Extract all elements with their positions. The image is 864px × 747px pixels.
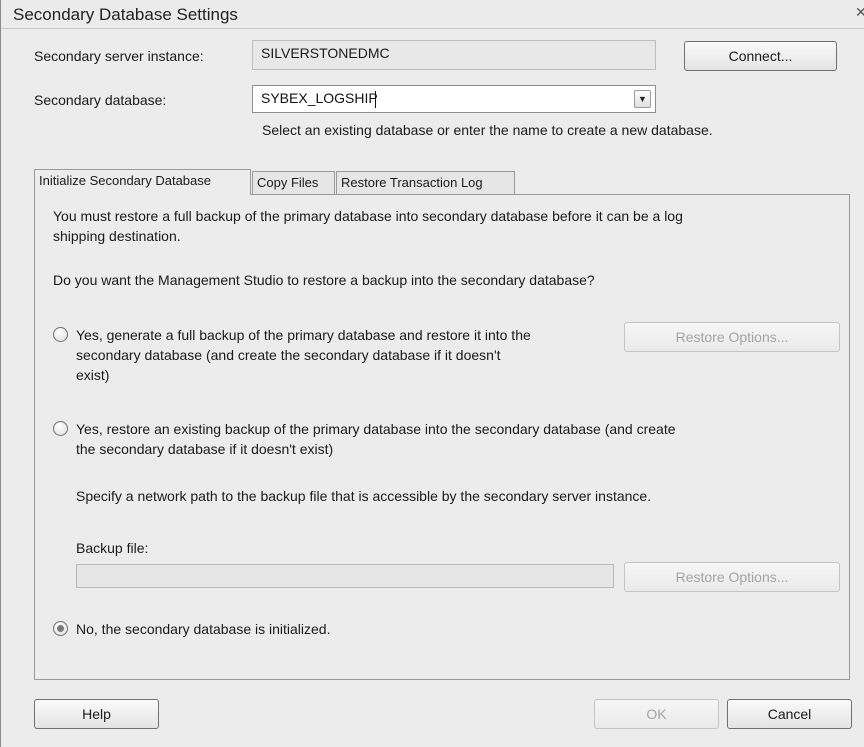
secondary-database-value: SYBEX_LOGSHIP (261, 90, 378, 106)
radio-database-initialized[interactable] (53, 621, 68, 636)
secondary-database-label: Secondary database: (34, 92, 167, 108)
tab-copy-files[interactable]: Copy Files (252, 171, 335, 195)
restore-options-button-1[interactable]: Restore Options... (624, 322, 840, 352)
server-instance-label: Secondary server instance: (34, 48, 204, 64)
ok-button[interactable]: OK (594, 699, 719, 729)
restore-options-button-2[interactable]: Restore Options... (624, 562, 840, 592)
intro-text-line1: You must restore a full backup of the pr… (53, 208, 683, 224)
option3-label: No, the secondary database is initialize… (76, 621, 331, 637)
option2-line1: Yes, restore an existing backup of the p… (76, 421, 676, 437)
window-title: Secondary Database Settings (13, 5, 238, 24)
text-caret (375, 91, 376, 108)
connect-button[interactable]: Connect... (684, 41, 837, 71)
tab-restore-transaction-log[interactable]: Restore Transaction Log (336, 171, 515, 195)
radio-generate-full-backup[interactable] (53, 327, 68, 342)
title-bar: Secondary Database Settings ✕ (1, 0, 864, 29)
backup-file-label: Backup file: (76, 540, 149, 556)
intro-text-line2: shipping destination. (53, 228, 181, 244)
option1-line1: Yes, generate a full backup of the prima… (76, 327, 531, 343)
option1-line3: exist) (76, 367, 110, 383)
option1-line2: secondary database (and create the secon… (76, 347, 501, 363)
secondary-database-settings-dialog: Secondary Database Settings ✕ Secondary … (0, 0, 864, 747)
help-button[interactable]: Help (34, 699, 159, 729)
backup-file-input[interactable] (76, 564, 614, 588)
restore-question: Do you want the Management Studio to res… (53, 272, 595, 288)
chevron-down-icon[interactable]: ▼ (634, 90, 651, 108)
network-path-hint: Specify a network path to the backup fil… (76, 488, 652, 504)
tab-initialize-secondary-database[interactable]: Initialize Secondary Database (34, 169, 251, 195)
server-instance-field: SILVERSTONEDMC (252, 40, 656, 70)
option2-line2: the secondary database if it doesn't exi… (76, 441, 334, 457)
server-instance-value: SILVERSTONEDMC (261, 45, 390, 61)
cancel-button[interactable]: Cancel (727, 699, 852, 729)
database-hint: Select an existing database or enter the… (262, 122, 713, 138)
radio-restore-existing-backup[interactable] (53, 421, 68, 436)
close-icon[interactable]: ✕ (855, 4, 864, 22)
secondary-database-combo[interactable]: SYBEX_LOGSHIP ▼ (252, 85, 656, 113)
